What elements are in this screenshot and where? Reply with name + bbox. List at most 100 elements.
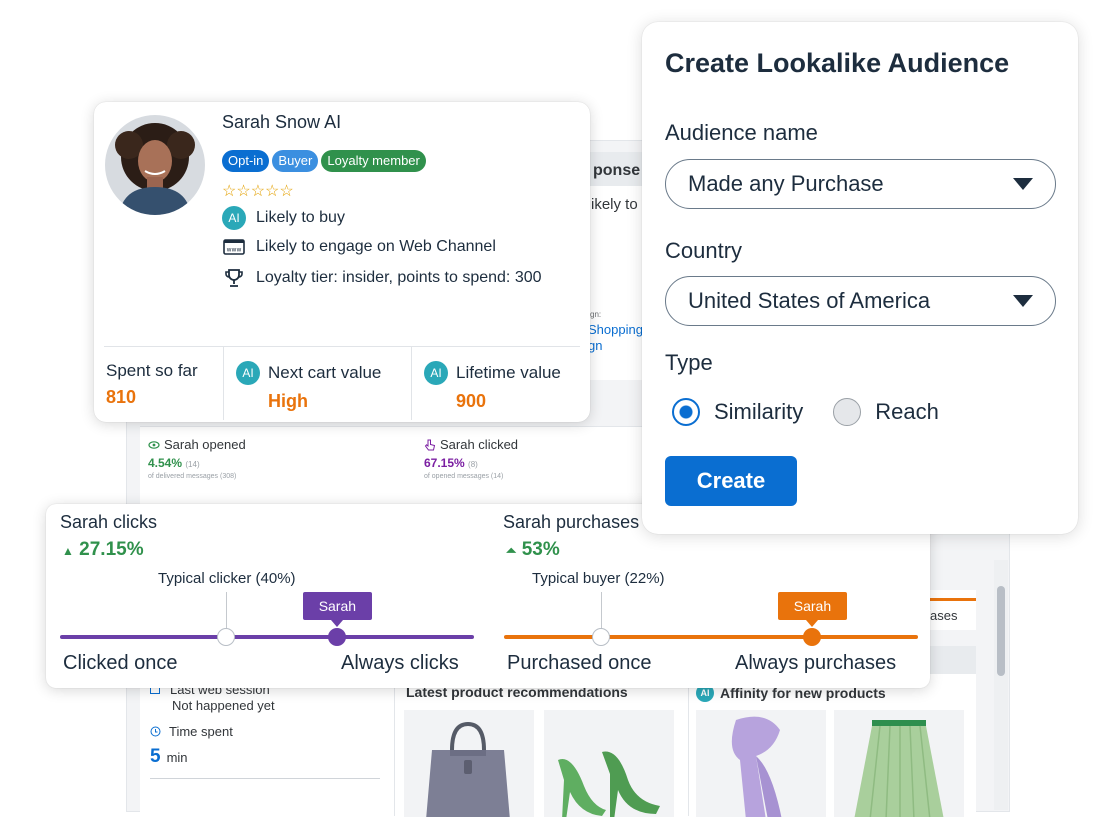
tag-buyer: Buyer	[272, 150, 319, 172]
metric-value: 810	[106, 387, 137, 407]
clicks-typical-marker	[216, 628, 235, 646]
metric-next-cart-value: AI Next cart value High	[224, 347, 412, 420]
country-value: United States of America	[688, 288, 931, 313]
svg-text:www: www	[227, 247, 242, 254]
time-spent-unit: min	[166, 750, 188, 765]
ai-badge-icon: AI	[236, 361, 260, 385]
radio-similarity-label[interactable]: Similarity	[714, 399, 803, 425]
metric-label: Spent so far	[106, 361, 198, 380]
handbag-image	[426, 721, 510, 817]
purchases-min-label: Purchased once	[507, 652, 652, 674]
skirt-image	[854, 720, 944, 817]
country-select[interactable]: United States of America	[665, 276, 1056, 326]
column-divider	[394, 676, 395, 816]
metric-label: Lifetime value	[456, 363, 561, 382]
customer-name: Sarah Snow AI	[222, 112, 342, 132]
divider	[150, 778, 380, 779]
radio-reach-label[interactable]: Reach	[875, 399, 939, 425]
purchases-percent: 53%	[521, 539, 560, 560]
clicks-max-label: Always clicks	[341, 652, 459, 674]
type-radio-group: Similarity Reach	[672, 398, 939, 426]
response-panel-subtext: ikely to	[591, 196, 638, 213]
feature-text: Likely to engage on Web Channel	[256, 238, 496, 255]
email-stats-row: Sarah opened 4.54% (14) of delivered mes…	[140, 426, 646, 504]
purchases-max-label: Always purchases	[735, 652, 897, 674]
column-divider	[688, 676, 689, 816]
stat-opened-note: of delivered messages (308)	[148, 473, 237, 480]
caret-down-icon	[1013, 178, 1033, 190]
stat-clicked: Sarah clicked 67.15% (8) of opened messa…	[424, 437, 518, 480]
product-tile-skirt[interactable]	[834, 710, 964, 817]
clicks-title: Sarah clicks	[60, 512, 158, 532]
feature-loyalty-tier: Loyalty tier: insider, points to spend: …	[222, 268, 542, 288]
metric-value: 900	[456, 391, 487, 411]
create-lookalike-panel: Create Lookalike Audience Audience name …	[642, 22, 1078, 534]
last-web-session-value: Not happened yet	[172, 698, 275, 713]
clicks-sarah-flag: Sarah	[302, 592, 373, 627]
purchases-title: Sarah purchases	[503, 512, 640, 532]
caret-down-icon	[1013, 295, 1033, 307]
type-label: Type	[665, 350, 713, 375]
clicks-typical-label: Typical clicker (40%)	[158, 570, 296, 587]
radio-similarity[interactable]	[672, 398, 700, 426]
metric-value: High	[268, 391, 308, 411]
double-chevron-up-icon: ⏶	[506, 543, 517, 558]
tag-loyalty-member: Loyalty member	[321, 150, 426, 172]
stat-clicked-percent: 67.15%	[424, 456, 465, 470]
time-spent-value: 5	[150, 746, 161, 767]
feature-likely-to-buy: AI Likely to buy	[222, 206, 345, 230]
response-panel-link-campaign[interactable]: gn	[588, 338, 602, 353]
purchases-percent-row: ⏶ 53%	[506, 539, 560, 561]
clicks-percent: 27.15%	[79, 539, 144, 560]
clicks-sarah-marker[interactable]	[328, 628, 347, 646]
purchases-strip-text: ases	[930, 608, 958, 623]
rating-stars: ☆☆☆☆☆	[222, 183, 294, 200]
time-spent: Time spent	[150, 724, 233, 739]
vertical-scrollbar[interactable]	[994, 560, 1008, 810]
purchases-sarah-flag: Sarah	[777, 592, 848, 627]
purchases-typical-tick	[601, 592, 603, 632]
clock-icon	[150, 726, 161, 737]
stat-opened-label: Sarah opened	[164, 437, 246, 452]
trophy-icon	[222, 268, 246, 288]
heels-image	[558, 751, 660, 817]
stat-opened-percent: 4.54%	[148, 456, 183, 470]
purchases-typical-marker	[592, 628, 611, 646]
stat-opened: Sarah opened 4.54% (14) of delivered mes…	[148, 437, 246, 480]
audience-name-select[interactable]: Made any Purchase	[665, 159, 1056, 209]
customer-tags: Opt-in Buyer Loyalty member	[222, 150, 426, 172]
avatar	[105, 115, 205, 215]
feature-text: Likely to buy	[256, 209, 345, 226]
audience-name-value: Made any Purchase	[688, 171, 884, 196]
time-spent-metric: 5 min	[150, 746, 188, 768]
scrollbar-thumb[interactable]	[997, 586, 1005, 676]
metric-lifetime-value: AI Lifetime value 900	[412, 347, 578, 420]
product-tile-handbag[interactable]	[404, 710, 534, 817]
purchases-typical-label: Typical buyer (22%)	[532, 570, 665, 587]
radio-reach[interactable]	[833, 398, 862, 426]
metric-label: Next cart value	[268, 363, 382, 382]
metric-spent-so-far: Spent so far 810	[104, 347, 224, 420]
audience-name-label: Audience name	[665, 120, 818, 145]
pointer-icon	[424, 439, 436, 450]
time-spent-label: Time spent	[169, 724, 233, 739]
feature-text: Loyalty tier: insider, points to spend: …	[256, 269, 542, 286]
stat-clicked-label: Sarah clicked	[440, 437, 519, 452]
tag-opt-in: Opt-in	[222, 150, 270, 172]
profile-metrics: Spent so far 810 AI Next cart value High …	[104, 346, 580, 420]
response-panel-link-shopping[interactable]: Shopping	[588, 322, 643, 337]
customer-profile-card: Sarah Snow AI Opt-in Buyer Loyalty membe…	[94, 102, 590, 422]
eye-icon	[148, 440, 160, 449]
ai-badge-icon: AI	[424, 361, 448, 385]
web-channel-icon: www	[222, 239, 246, 255]
clicks-slider-track	[60, 635, 474, 639]
response-panel-tiny-label: gn:	[590, 310, 602, 319]
product-tile-scarf[interactable]	[696, 710, 826, 817]
feature-web-channel: www Likely to engage on Web Channel	[222, 238, 496, 256]
stat-opened-count: (14)	[185, 460, 200, 469]
purchases-sarah-marker[interactable]	[803, 628, 822, 646]
ai-badge-icon: AI	[222, 206, 246, 230]
product-tile-heels[interactable]	[544, 710, 674, 817]
purchases-slider-track	[504, 635, 918, 639]
create-button[interactable]: Create	[665, 456, 797, 506]
